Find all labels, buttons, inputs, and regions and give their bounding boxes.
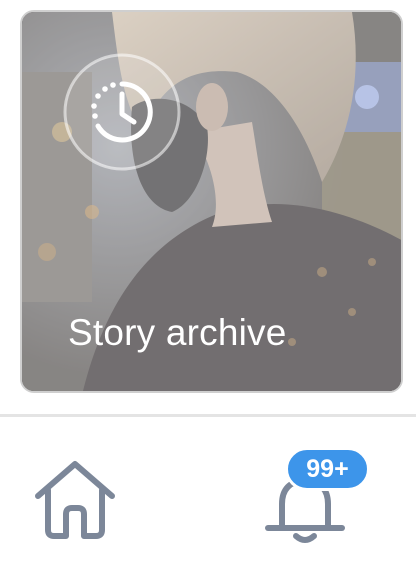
home-button[interactable] [30,458,120,542]
page: Story archive 99+ [0,0,416,567]
story-archive-card[interactable]: Story archive [20,10,403,393]
home-icon [35,461,115,539]
archive-clock-icon [62,52,182,172]
notification-count-badge: 99+ [285,447,370,491]
divider [0,414,416,417]
story-archive-label: Story archive [68,312,287,353]
